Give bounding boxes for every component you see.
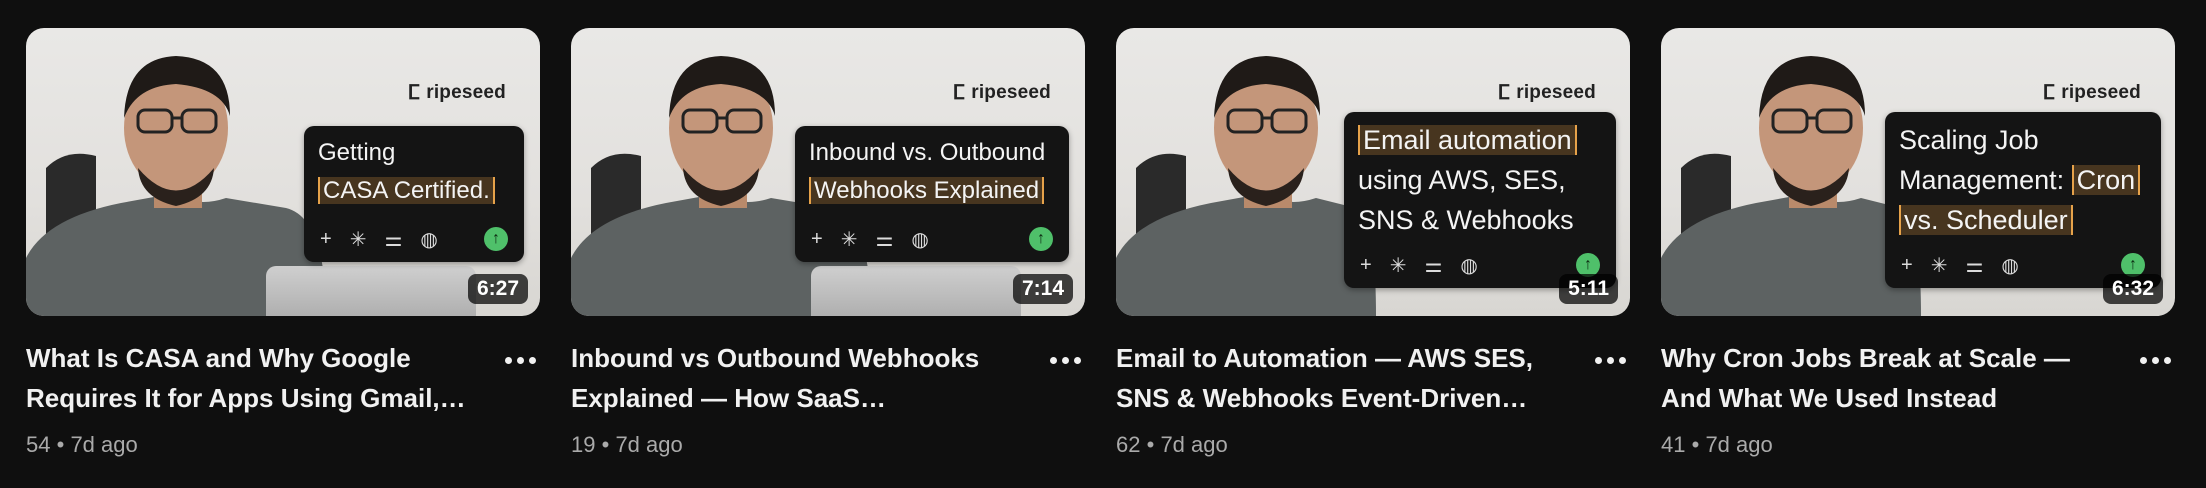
ripeseed-logo-icon: ⵎ — [952, 82, 966, 104]
video-duration: 6:27 — [467, 274, 528, 304]
upload-age: 7d ago — [1705, 432, 1773, 457]
video-meta: 41 • 7d ago — [1661, 432, 1773, 458]
meta-separator: • — [601, 432, 610, 457]
screen-toolbar: + ✳ ⚌ ◍ ↑ — [320, 226, 508, 252]
view-count: 41 — [1661, 432, 1686, 457]
more-vertical-dots-icon[interactable] — [1045, 340, 1085, 380]
sparkle-icon: ✳ — [349, 228, 367, 251]
sliders-icon: ⚌ — [384, 228, 403, 251]
plus-icon: + — [320, 227, 332, 250]
screen-line: vs. Scheduler — [1899, 205, 2073, 235]
screen-line: Scaling Job — [1899, 125, 2039, 155]
screen-overlay: Inbound vs. Outbound Webhooks Explained … — [795, 126, 1069, 262]
sliders-icon: ⚌ — [1965, 254, 1984, 277]
globe-icon: ◍ — [2001, 254, 2019, 277]
plus-icon: + — [1901, 253, 1913, 276]
video-grid-row: ⵎ ripeseed Getting CASA Certified. + ✳ ⚌… — [0, 0, 2206, 488]
screen-line: Inbound vs. Outbound — [809, 139, 1046, 166]
brand-logo: ⵎ ripeseed — [953, 80, 1051, 105]
meta-separator: • — [56, 432, 65, 457]
ripeseed-logo-icon: ⵎ — [407, 82, 421, 104]
plus-icon: + — [811, 227, 823, 250]
laptop-image — [266, 266, 476, 316]
brand-name: ripeseed — [1516, 81, 1596, 103]
more-vertical-dots-icon[interactable] — [2135, 340, 2175, 380]
video-duration: 5:11 — [1559, 274, 1618, 304]
video-thumbnail[interactable]: ⵎ ripeseed Email automation using AWS, S… — [1116, 28, 1630, 316]
screen-caption: Email automation using AWS, SES, SNS & W… — [1358, 120, 1602, 240]
ripeseed-logo-icon: ⵎ — [2042, 82, 2056, 104]
video-duration: 7:14 — [1012, 274, 1073, 304]
send-arrow-icon: ↑ — [1029, 227, 1053, 251]
brand-name: ripeseed — [971, 81, 1051, 103]
more-vertical-dots-icon[interactable] — [1590, 340, 1630, 380]
screen-line-highlight: vs. Scheduler — [1899, 205, 2073, 235]
meta-separator: • — [1146, 432, 1155, 457]
sliders-icon: ⚌ — [875, 228, 894, 251]
video-meta: 62 • 7d ago — [1116, 432, 1228, 458]
video-card[interactable]: ⵎ ripeseed Getting CASA Certified. + ✳ ⚌… — [26, 28, 540, 478]
video-card[interactable]: ⵎ ripeseed Email automation using AWS, S… — [1116, 28, 1630, 478]
video-thumbnail[interactable]: ⵎ ripeseed Inbound vs. Outbound Webhooks… — [571, 28, 1085, 316]
globe-icon: ◍ — [1460, 254, 1478, 277]
laptop-image — [811, 266, 1021, 316]
video-meta: 19 • 7d ago — [571, 432, 683, 458]
video-title[interactable]: Why Cron Jobs Break at Scale — And What … — [1661, 338, 2101, 418]
plus-icon: + — [1360, 253, 1372, 276]
brand-name: ripeseed — [2061, 81, 2141, 103]
screen-line: using AWS, SES, — [1358, 165, 1566, 195]
screen-line: SNS & Webhooks — [1358, 205, 1574, 235]
screen-line-highlight: Cron — [2071, 165, 2141, 195]
screen-line: Management: Cron — [1899, 165, 2141, 195]
video-thumbnail[interactable]: ⵎ ripeseed Scaling Job Management: Cron … — [1661, 28, 2175, 316]
upload-age: 7d ago — [615, 432, 683, 457]
view-count: 54 — [26, 432, 51, 457]
video-title[interactable]: Email to Automation — AWS SES, SNS & Web… — [1116, 338, 1556, 418]
brand-logo: ⵎ ripeseed — [2043, 80, 2141, 105]
brand-logo: ⵎ ripeseed — [408, 80, 506, 105]
screen-line: Getting — [318, 139, 396, 166]
video-card[interactable]: ⵎ ripeseed Inbound vs. Outbound Webhooks… — [571, 28, 1085, 478]
video-title[interactable]: Inbound vs Outbound Webhooks Explained —… — [571, 338, 1011, 418]
video-meta: 54 • 7d ago — [26, 432, 138, 458]
screen-line-highlight: Webhooks Explained — [809, 177, 1045, 204]
brand-name: ripeseed — [426, 81, 506, 103]
view-count: 19 — [571, 432, 596, 457]
view-count: 62 — [1116, 432, 1141, 457]
sparkle-icon: ✳ — [1389, 254, 1407, 277]
screen-toolbar: + ✳ ⚌ ◍ ↑ — [811, 226, 1053, 252]
screen-caption: Scaling Job Management: Cron vs. Schedul… — [1899, 120, 2147, 240]
sparkle-icon: ✳ — [840, 228, 858, 251]
screen-overlay: Scaling Job Management: Cron vs. Schedul… — [1885, 112, 2161, 288]
send-arrow-icon: ↑ — [484, 227, 508, 251]
video-card[interactable]: ⵎ ripeseed Scaling Job Management: Cron … — [1661, 28, 2175, 478]
video-duration: 6:32 — [2102, 274, 2163, 304]
upload-age: 7d ago — [70, 432, 138, 457]
screen-caption: Getting CASA Certified. — [318, 134, 510, 210]
screen-overlay: Email automation using AWS, SES, SNS & W… — [1344, 112, 1616, 288]
globe-icon: ◍ — [420, 228, 438, 251]
screen-overlay: Getting CASA Certified. + ✳ ⚌ ◍ ↑ — [304, 126, 524, 262]
screen-caption: Inbound vs. Outbound Webhooks Explained — [809, 134, 1055, 210]
upload-age: 7d ago — [1160, 432, 1228, 457]
video-title[interactable]: What Is CASA and Why Google Requires It … — [26, 338, 466, 418]
ripeseed-logo-icon: ⵎ — [1497, 82, 1511, 104]
sliders-icon: ⚌ — [1424, 254, 1443, 277]
meta-separator: • — [1691, 432, 1700, 457]
brand-logo: ⵎ ripeseed — [1498, 80, 1596, 105]
screen-line-highlight: CASA Certified. — [318, 177, 495, 204]
video-thumbnail[interactable]: ⵎ ripeseed Getting CASA Certified. + ✳ ⚌… — [26, 28, 540, 316]
screen-line-highlight: Email automation — [1358, 125, 1577, 155]
sparkle-icon: ✳ — [1930, 254, 1948, 277]
globe-icon: ◍ — [911, 228, 929, 251]
more-vertical-dots-icon[interactable] — [500, 340, 540, 380]
